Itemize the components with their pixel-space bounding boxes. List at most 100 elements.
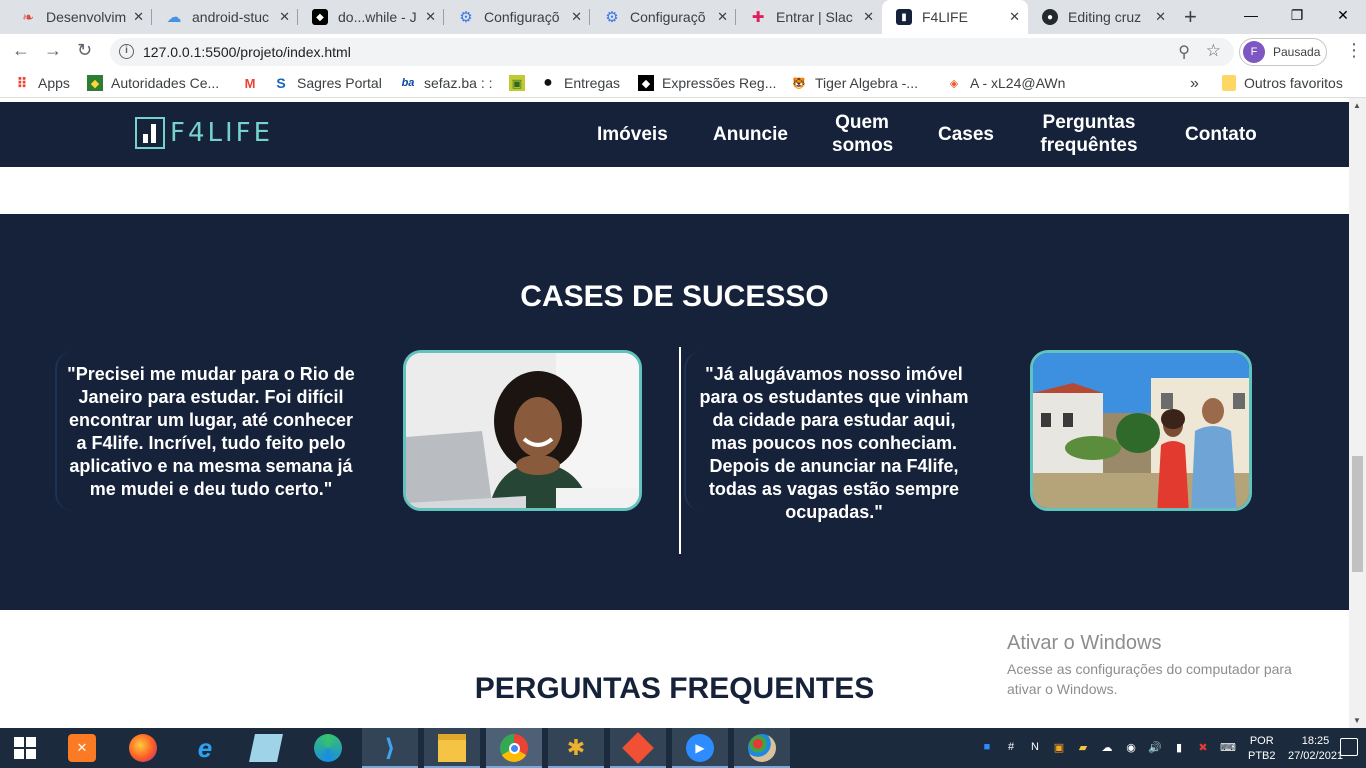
bookmark-item[interactable]: ▣ <box>509 75 533 91</box>
volume-icon[interactable]: 🔊 <box>1148 741 1162 755</box>
forward-arrow-icon[interactable]: → <box>44 40 62 61</box>
logo-text: F4LIFE <box>170 118 274 148</box>
tab-close-icon[interactable]: ✕ <box>425 9 436 25</box>
taskbar-firefox[interactable] <box>115 728 171 768</box>
scrollbar-thumb[interactable] <box>1352 456 1363 572</box>
slack-tray-icon[interactable]: # <box>1004 741 1018 755</box>
browser-menu-icon[interactable]: ⋮ <box>1345 40 1363 61</box>
start-button[interactable] <box>0 728 50 768</box>
bookmarks-overflow-button[interactable]: » <box>1190 75 1199 93</box>
bookmark-item[interactable]: ◆ Expressões Reg... <box>638 75 776 91</box>
file-explorer-icon <box>438 734 466 762</box>
nvidia-tray-icon[interactable]: N <box>1028 741 1042 755</box>
browser-tab[interactable]: ✚ Entrar | Slac ✕ <box>736 0 882 34</box>
reload-icon[interactable]: ↻ <box>77 40 92 61</box>
back-arrow-icon[interactable]: ← <box>12 40 30 61</box>
windows-start-icon <box>14 737 36 759</box>
f4life-favicon-icon: ▮ <box>896 9 912 25</box>
zoom-tray-icon[interactable]: ■ <box>980 741 994 755</box>
tab-close-icon[interactable]: ✕ <box>279 9 290 25</box>
folder-tray-icon[interactable]: ▰ <box>1076 741 1090 755</box>
maximize-button[interactable]: ❐ <box>1274 0 1320 30</box>
github-favicon-icon: ● <box>1042 9 1058 25</box>
taskbar-file-explorer[interactable] <box>424 728 480 768</box>
nav-contato[interactable]: Contato <box>1185 123 1257 146</box>
taskbar-xampp[interactable]: ✕ <box>54 728 110 768</box>
taskbar-paint[interactable] <box>734 728 790 768</box>
nav-cases[interactable]: Cases <box>938 123 994 146</box>
browser-tab[interactable]: ⚙ Configuraçõ ✕ <box>444 0 590 34</box>
input-language[interactable]: POR PTB2 <box>1248 734 1276 764</box>
case-photo-student <box>403 350 642 511</box>
sefaz-icon: ba <box>401 77 415 89</box>
bookmark-item[interactable]: 🐯 Tiger Algebra -... <box>791 75 918 91</box>
nav-imoveis[interactable]: Imóveis <box>597 123 668 146</box>
page-scrollbar[interactable]: ▲ ▼ <box>1349 98 1366 728</box>
taskbar-chrome[interactable] <box>486 728 542 768</box>
tab-close-icon[interactable]: ✕ <box>133 9 144 25</box>
taskbar-slack[interactable]: ✱ <box>548 728 604 768</box>
chrome-icon <box>500 734 528 762</box>
close-window-button[interactable]: ✕ <box>1320 0 1366 30</box>
tab-close-icon[interactable]: ✕ <box>863 9 874 25</box>
logo-bars-icon <box>135 117 165 149</box>
notification-center-icon[interactable] <box>1340 738 1358 756</box>
case-quote: "Já alugávamos nosso imóvel para os estu… <box>699 364 969 522</box>
cloud-tray-icon[interactable]: ☁ <box>1100 741 1114 755</box>
bookmark-other-folder[interactable]: Outros favoritos <box>1222 75 1343 91</box>
system-clock[interactable]: 18:25 27/02/2021 <box>1288 734 1343 764</box>
tab-close-icon[interactable]: ✕ <box>1009 9 1020 25</box>
browser-toolbar: ← → ↻ i 127.0.0.1:5500/projeto/index.htm… <box>0 34 1366 70</box>
taskbar-zoom[interactable]: ▶ <box>672 728 728 768</box>
browser-tab[interactable]: ❧ Desenvolvim ✕ <box>6 0 152 34</box>
taskbar-git[interactable] <box>610 728 666 768</box>
site-info-icon[interactable]: i <box>119 44 134 59</box>
browser-tab-active[interactable]: ▮ F4LIFE ✕ <box>882 0 1028 34</box>
paint-icon <box>748 734 776 762</box>
bookmark-item[interactable]: M <box>242 75 266 91</box>
browser-tab[interactable]: ◆ do...while - J ✕ <box>298 0 444 34</box>
browser-tab[interactable]: ● Editing cruz ✕ <box>1028 0 1174 34</box>
bookmark-item[interactable]: ◆ Autoridades Ce... <box>87 75 219 91</box>
profile-button[interactable]: F Pausada <box>1239 38 1327 66</box>
tab-close-icon[interactable]: ✕ <box>571 9 582 25</box>
git-icon <box>622 732 654 764</box>
taskbar-ie[interactable]: e <box>177 728 233 768</box>
nav-perguntas-frequentes[interactable]: Perguntas frequêntes <box>1038 111 1140 157</box>
minimize-button[interactable]: — <box>1228 0 1274 30</box>
taskbar-edge[interactable] <box>300 728 356 768</box>
security-tray-icon[interactable]: ◉ <box>1124 741 1138 755</box>
bookmark-apps[interactable]: ⠿ Apps <box>14 75 70 92</box>
network-icon[interactable]: ✖ <box>1196 741 1210 755</box>
bookmark-star-icon[interactable]: ☆ <box>1206 41 1221 61</box>
cases-divider <box>679 347 681 554</box>
battery-icon[interactable]: ▮ <box>1172 741 1186 755</box>
site-logo[interactable]: F4LIFE <box>135 117 273 149</box>
scroll-up-icon[interactable]: ▲ <box>1353 101 1361 110</box>
bookmark-item[interactable]: ● Entregas <box>540 74 620 91</box>
address-bar[interactable]: i 127.0.0.1:5500/projeto/index.html ⚲ ☆ <box>110 38 1234 66</box>
browser-tab[interactable]: ☁ android-stuc ✕ <box>152 0 298 34</box>
tab-favicon-icon: ❧ <box>22 8 34 25</box>
tab-favicon-icon: ◆ <box>312 9 328 25</box>
xampp-tray-icon[interactable]: ▣ <box>1052 741 1066 755</box>
new-tab-button[interactable]: + <box>1184 4 1197 30</box>
case-quote: "Precisei me mudar para o Rio de Janeiro… <box>67 364 355 499</box>
zoom-magnifier-icon[interactable]: ⚲ <box>1178 42 1190 62</box>
nav-quem-somos[interactable]: Quem somos <box>832 111 893 157</box>
cases-section: CASES DE SUCESSO "Precisei me mudar para… <box>0 214 1349 638</box>
tab-close-icon[interactable]: ✕ <box>1155 9 1166 25</box>
tab-close-icon[interactable]: ✕ <box>717 9 728 25</box>
bookmark-item[interactable]: ◈ A - xL24@AWn <box>946 75 1066 91</box>
stack-icon: ◈ <box>949 77 959 90</box>
browser-tab[interactable]: ⚙ Configuraçõ ✕ <box>590 0 736 34</box>
url-text[interactable]: 127.0.0.1:5500/projeto/index.html <box>143 44 351 60</box>
scroll-down-icon[interactable]: ▼ <box>1353 716 1361 725</box>
bookmark-item[interactable]: S Sagres Portal <box>273 75 382 91</box>
tab-favicon-icon: ☁ <box>166 9 182 26</box>
bookmark-item[interactable]: ba sefaz.ba : : <box>400 75 493 91</box>
taskbar-vscode[interactable]: ⟩ <box>362 728 418 768</box>
taskbar-notepad[interactable] <box>238 728 294 768</box>
nav-anuncie[interactable]: Anuncie <box>713 123 788 146</box>
keyboard-icon[interactable]: ⌨ <box>1220 741 1236 755</box>
